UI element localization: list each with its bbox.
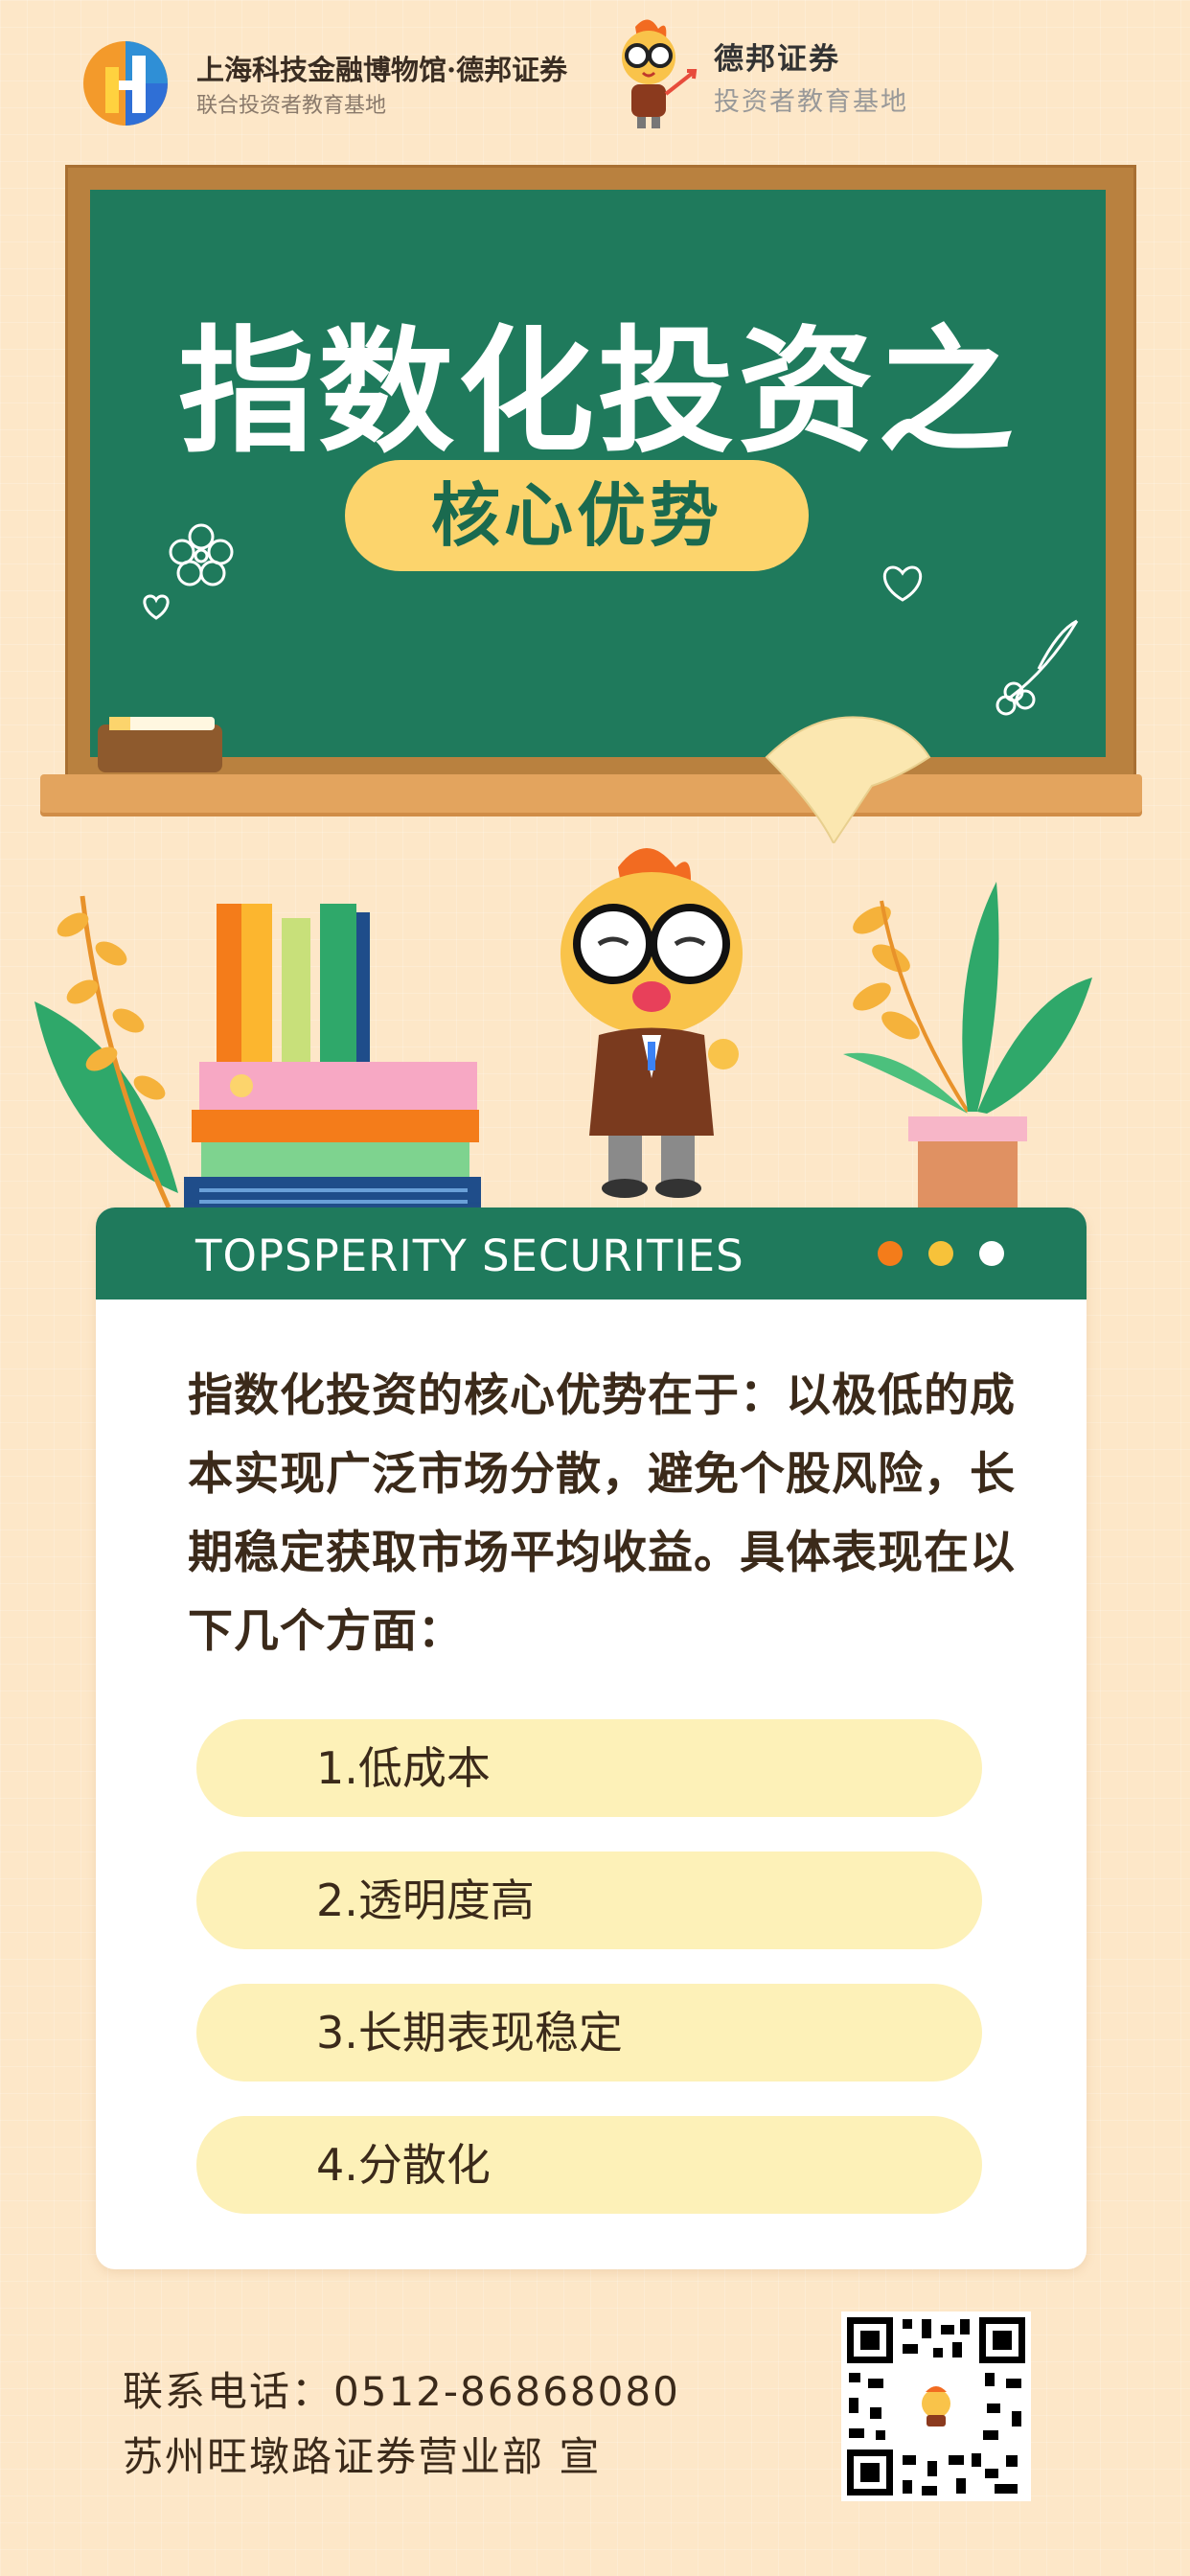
board-pill: 核心优势 [345,460,809,571]
brand-subtitle: 投资者教育基地 [714,87,908,117]
card-paragraph: 指数化投资的核心优势在于：以极低的成本实现广泛市场分散，避免个股风险，长期稳定获… [188,1369,1016,1658]
paper-note-icon [765,716,931,843]
chalk-shelf [40,774,1142,813]
list-item-label: 3.长期表现稳定 [316,2007,623,2058]
book-stack-icon [184,904,481,1215]
mascot-character-icon [561,848,743,1198]
card-title-bar: TOPSPERITY SECURITIES [96,1208,1087,1300]
content-card: TOPSPERITY SECURITIES 指数化投资的核心优势在于：以极低的成… [96,1208,1087,2269]
potted-plant-icon [843,882,1092,1212]
board-title: 指数化投资之 [178,313,1018,472]
list-item-label: 1.低成本 [316,1742,491,1794]
qr-code-icon[interactable] [841,2312,1031,2501]
blackboard: 指数化投资之 核心优势 [90,190,1106,757]
heart-doodle-icon [143,594,170,620]
list-item: 4.分散化 [196,2116,982,2214]
card-bar-title: TOPSPERITY SECURITIES [195,1230,744,1281]
orange-dot [878,1241,903,1266]
contact-phone: 联系电话：0512-86868080 [123,2368,680,2415]
white-dot [979,1241,1004,1266]
flower-doodle-icon [169,523,234,586]
brand-name: 德邦证券 [714,42,840,77]
museum-title: 上海科技金融博物馆·德邦证券 [196,54,568,86]
museum-logo-icon [83,41,168,126]
eraser-icon [98,717,222,772]
museum-subtitle: 联合投资者教育基地 [196,94,387,118]
yellow-dot [928,1241,953,1266]
mascot-small-icon [622,19,698,128]
list-item-label: 2.透明度高 [316,1874,535,1926]
list-item-label: 4.分散化 [316,2139,491,2191]
heart-doodle-icon-2 [883,565,922,602]
list-item: 1.低成本 [196,1719,982,1817]
branch-name: 苏州旺墩路证券营业部 宣 [123,2433,602,2480]
list-item: 3.长期表现稳定 [196,1984,982,2082]
list-item: 2.透明度高 [196,1852,982,1949]
flower-sprig-icon [995,619,1079,716]
